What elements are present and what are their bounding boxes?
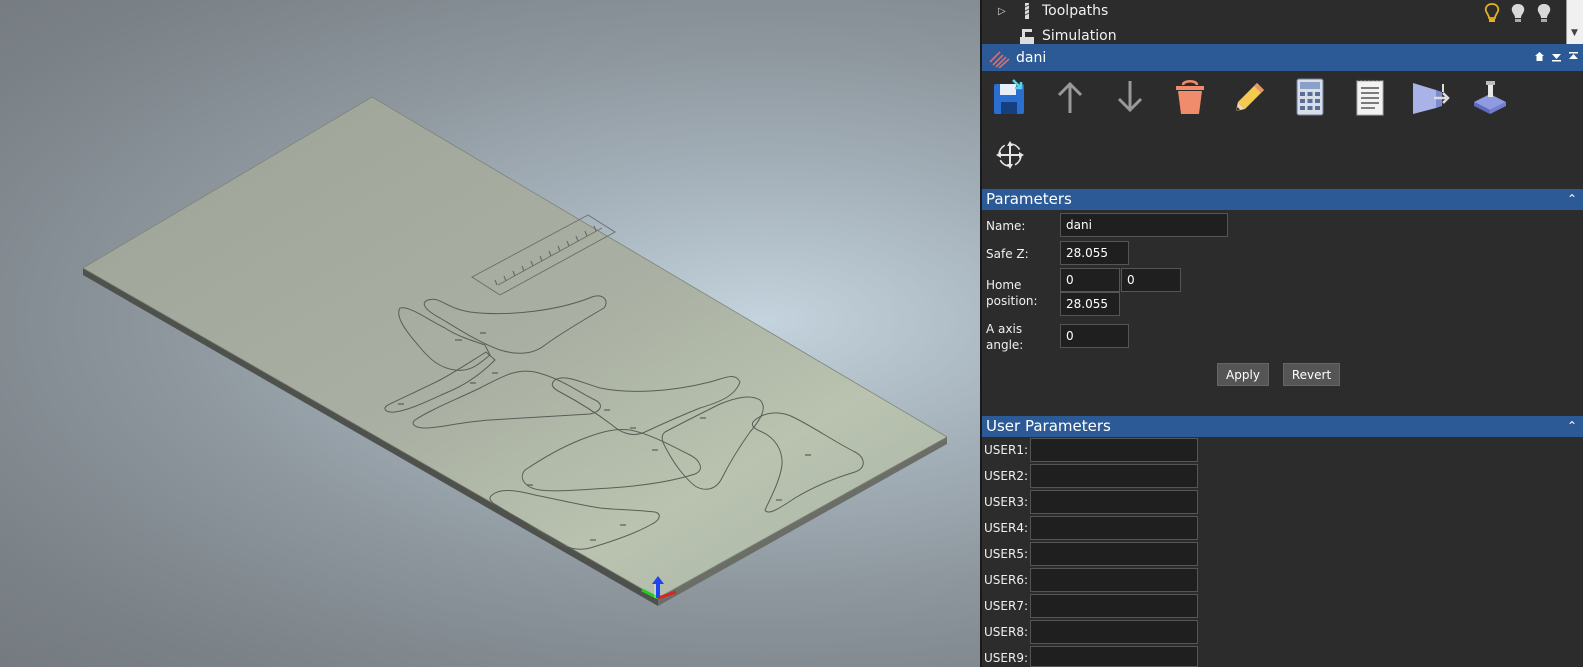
home-y-input[interactable] xyxy=(1121,268,1181,292)
user8-label: USER8: xyxy=(984,625,1028,639)
move-up-icon xyxy=(1057,81,1083,113)
tree-item-toolpaths[interactable]: ▷ Toolpaths xyxy=(982,0,1567,22)
user3-label: USER3: xyxy=(984,495,1028,509)
user9-label: USER9: xyxy=(984,651,1028,665)
move-down-button[interactable] xyxy=(1108,75,1152,119)
apply-button[interactable]: Apply xyxy=(1217,363,1269,386)
tree-item-label: Toolpaths xyxy=(1042,3,1109,19)
machine-button[interactable] xyxy=(1468,75,1512,119)
calculator-button[interactable] xyxy=(1288,75,1332,119)
machine-icon xyxy=(1474,81,1506,114)
lightbulb-group xyxy=(1481,2,1555,24)
user4-label: USER4: xyxy=(984,521,1028,535)
home-position-label: Home position: xyxy=(986,278,1038,308)
safe-z-input[interactable] xyxy=(1060,241,1129,265)
user9-input[interactable] xyxy=(1030,646,1198,667)
toolbar xyxy=(982,71,1583,189)
user8-input[interactable] xyxy=(1030,620,1198,644)
user1-input[interactable] xyxy=(1030,438,1198,462)
endmill-icon xyxy=(1024,3,1030,19)
3d-viewport[interactable] xyxy=(0,0,980,667)
user2-input[interactable] xyxy=(1030,464,1198,488)
lightbulb-off-icon[interactable] xyxy=(1533,2,1555,24)
home-icon[interactable] xyxy=(1534,51,1545,62)
save-button[interactable] xyxy=(988,75,1032,119)
a-axis-angle-label: A axis angle: xyxy=(986,322,1024,352)
lightbulb-off-icon[interactable] xyxy=(1507,2,1529,24)
transform-button[interactable] xyxy=(988,133,1032,177)
lightbulb-on-icon[interactable] xyxy=(1481,2,1503,24)
user6-input[interactable] xyxy=(1030,568,1198,592)
expand-arrow-icon[interactable]: ▷ xyxy=(998,6,1012,17)
tree-item-label: Simulation xyxy=(1042,28,1117,44)
delete-bucket-icon xyxy=(1176,80,1204,114)
dock-down-icon[interactable] xyxy=(1551,51,1562,62)
home-x-input[interactable] xyxy=(1060,268,1120,292)
safe-z-label: Safe Z: xyxy=(986,247,1029,261)
section-title: User Parameters xyxy=(986,417,1111,435)
user7-label: USER7: xyxy=(984,599,1028,613)
name-label: Name: xyxy=(986,219,1026,233)
save-icon xyxy=(994,79,1024,114)
user4-input[interactable] xyxy=(1030,516,1198,540)
section-title: Parameters xyxy=(986,190,1072,208)
home-z-input[interactable] xyxy=(1060,292,1120,316)
tree-scrollbar[interactable]: ▼ xyxy=(1566,0,1583,44)
name-input[interactable] xyxy=(1060,213,1228,237)
user5-label: USER5: xyxy=(984,547,1028,561)
user5-input[interactable] xyxy=(1030,542,1198,566)
properties-panel: ▷ Toolpaths Simulation ▼ dani Parameters… xyxy=(980,0,1583,667)
post-process-icon xyxy=(1413,83,1450,114)
calculator-icon xyxy=(1296,78,1324,116)
notes-button[interactable] xyxy=(1348,75,1392,119)
collapse-caret-icon[interactable]: ⌃ xyxy=(1567,189,1577,210)
edit-button[interactable] xyxy=(1228,75,1272,119)
stock-model xyxy=(82,96,948,606)
panel-title: dani xyxy=(1016,49,1047,66)
move-down-icon xyxy=(1117,81,1143,113)
scroll-down-icon[interactable]: ▼ xyxy=(1571,28,1578,38)
user1-label: USER1: xyxy=(984,443,1028,457)
user-parameters-header[interactable]: User Parameters ⌃ xyxy=(982,416,1583,437)
a-axis-angle-input[interactable] xyxy=(1060,324,1129,348)
user6-label: USER6: xyxy=(984,573,1028,587)
notes-icon xyxy=(1356,78,1384,116)
simulation-icon xyxy=(1020,29,1034,44)
user3-input[interactable] xyxy=(1030,490,1198,514)
move-up-button[interactable] xyxy=(1048,75,1092,119)
toolpath-group-icon xyxy=(989,50,1010,68)
parameters-header[interactable]: Parameters ⌃ xyxy=(982,189,1583,210)
collapse-caret-icon[interactable]: ⌃ xyxy=(1567,416,1577,437)
delete-button[interactable] xyxy=(1168,75,1212,119)
revert-button[interactable]: Revert xyxy=(1283,363,1340,386)
user7-input[interactable] xyxy=(1030,594,1198,618)
panel-titlebar[interactable]: dani xyxy=(982,44,1583,71)
transform-icon xyxy=(996,141,1024,169)
user2-label: USER2: xyxy=(984,469,1028,483)
edit-pencil-icon xyxy=(1236,83,1264,111)
collapse-icon[interactable] xyxy=(1568,51,1579,62)
post-process-button[interactable] xyxy=(1408,75,1452,119)
